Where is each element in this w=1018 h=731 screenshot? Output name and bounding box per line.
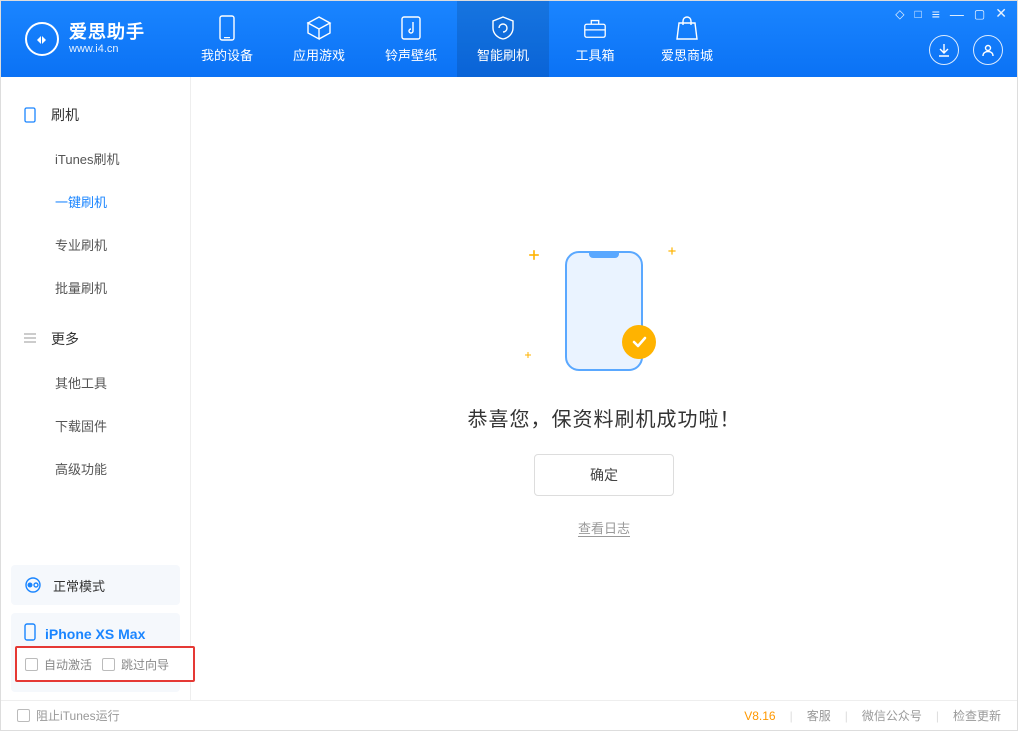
minimize-button[interactable]: — [950,6,964,22]
sidebar-item-advanced[interactable]: 高级功能 [1,447,190,490]
option-label: 自动激活 [44,656,92,673]
nav-tab-smart-flash[interactable]: 智能刷机 [457,1,549,77]
download-button[interactable] [929,35,959,65]
sparkle-icon [529,250,539,260]
window-controls: ◇ □ ≡ — ▢ ✕ [895,5,1007,22]
separator: | [790,709,793,723]
sidebar-item-itunes-flash[interactable]: iTunes刷机 [1,137,190,180]
shield-refresh-icon [490,15,516,41]
bag-icon [674,15,700,41]
checkbox-icon[interactable] [102,658,115,671]
sidebar-item-batch-flash[interactable]: 批量刷机 [1,266,190,309]
option-skip-guide[interactable]: 跳过向导 [102,656,169,673]
phone-notch [589,252,619,258]
phone-outline-icon [23,107,39,123]
theme-icon[interactable]: □ [915,7,922,21]
circle-dot-icon [23,575,43,595]
option-auto-activate[interactable]: 自动激活 [25,656,92,673]
sidebar-item-download-firmware[interactable]: 下载固件 [1,404,190,447]
app-header: 爱思助手 www.i4.cn 我的设备 应用游戏 铃声壁纸 智能刷机 工具箱 爱… [1,1,1017,77]
block-itunes-label[interactable]: 阻止iTunes运行 [36,707,120,724]
check-badge-icon [622,325,656,359]
sidebar-header-label: 刷机 [51,105,79,125]
feedback-icon[interactable]: ◇ [895,7,904,21]
sidebar-item-pro-flash[interactable]: 专业刷机 [1,223,190,266]
sidebar-header-more: 更多 [1,317,190,361]
nav-tab-my-device[interactable]: 我的设备 [181,1,273,77]
music-note-icon [398,15,424,41]
logo-text: 爱思助手 [69,23,145,43]
highlighted-options-box: 自动激活 跳过向导 [15,646,195,682]
checkbox-icon[interactable] [17,709,30,722]
nav-tabs: 我的设备 应用游戏 铃声壁纸 智能刷机 工具箱 爱思商城 [181,1,733,77]
phone-small-icon [23,623,37,644]
nav-tab-label: 爱思商城 [661,45,713,64]
nav-tab-ringtones[interactable]: 铃声壁纸 [365,1,457,77]
nav-tab-label: 智能刷机 [477,45,529,64]
checkbox-icon[interactable] [25,658,38,671]
menu-icon[interactable]: ≡ [932,6,940,22]
nav-tab-label: 铃声壁纸 [385,45,437,64]
device-name: iPhone XS Max [45,626,145,642]
sidebar-section-more: 更多 其他工具 下载固件 高级功能 [1,317,190,490]
nav-tab-apps-games[interactable]: 应用游戏 [273,1,365,77]
footer-link-update[interactable]: 检查更新 [953,707,1001,724]
sidebar-header-flash: 刷机 [1,93,190,137]
main-content: 恭喜您，保资料刷机成功啦！ 确定 查看日志 [191,77,1017,700]
logo-subtext: www.i4.cn [69,43,145,55]
nav-tab-label: 工具箱 [575,45,614,64]
sidebar-item-other-tools[interactable]: 其他工具 [1,361,190,404]
success-illustration [534,241,674,381]
sidebar-header-label: 更多 [51,329,79,349]
sidebar: 刷机 iTunes刷机 一键刷机 专业刷机 批量刷机 更多 其他工具 下载固件 … [1,77,191,700]
view-log-link[interactable]: 查看日志 [578,518,630,537]
footer-link-wechat[interactable]: 微信公众号 [862,707,922,724]
nav-tab-label: 我的设备 [201,45,253,64]
nav-tab-toolbox[interactable]: 工具箱 [549,1,641,77]
success-message: 恭喜您，保资料刷机成功啦！ [468,403,741,432]
mode-card-label: 正常模式 [53,576,105,595]
version-label: V8.16 [744,709,775,723]
menu-lines-icon [23,331,39,347]
ok-button[interactable]: 确定 [534,454,674,496]
user-icon [981,43,995,57]
sparkle-icon [668,247,675,254]
header-right-icons [929,35,1003,65]
app-logo: 爱思助手 www.i4.cn [1,22,181,56]
separator: | [845,709,848,723]
nav-tab-label: 应用游戏 [293,45,345,64]
maximize-button[interactable]: ▢ [974,7,985,21]
download-icon [937,43,951,57]
nav-tab-store[interactable]: 爱思商城 [641,1,733,77]
toolbox-icon [582,15,608,41]
status-bar: 阻止iTunes运行 V8.16 | 客服 | 微信公众号 | 检查更新 [1,700,1017,730]
cube-icon [306,15,332,41]
option-label: 跳过向导 [121,656,169,673]
user-button[interactable] [973,35,1003,65]
logo-icon [25,22,59,56]
phone-icon [214,15,240,41]
separator: | [936,709,939,723]
sidebar-item-onekey-flash[interactable]: 一键刷机 [1,180,190,223]
footer-link-support[interactable]: 客服 [807,707,831,724]
close-button[interactable]: ✕ [995,5,1007,22]
mode-card[interactable]: 正常模式 [11,565,180,605]
sparkle-icon [525,352,531,358]
sidebar-section-flash: 刷机 iTunes刷机 一键刷机 专业刷机 批量刷机 [1,93,190,309]
